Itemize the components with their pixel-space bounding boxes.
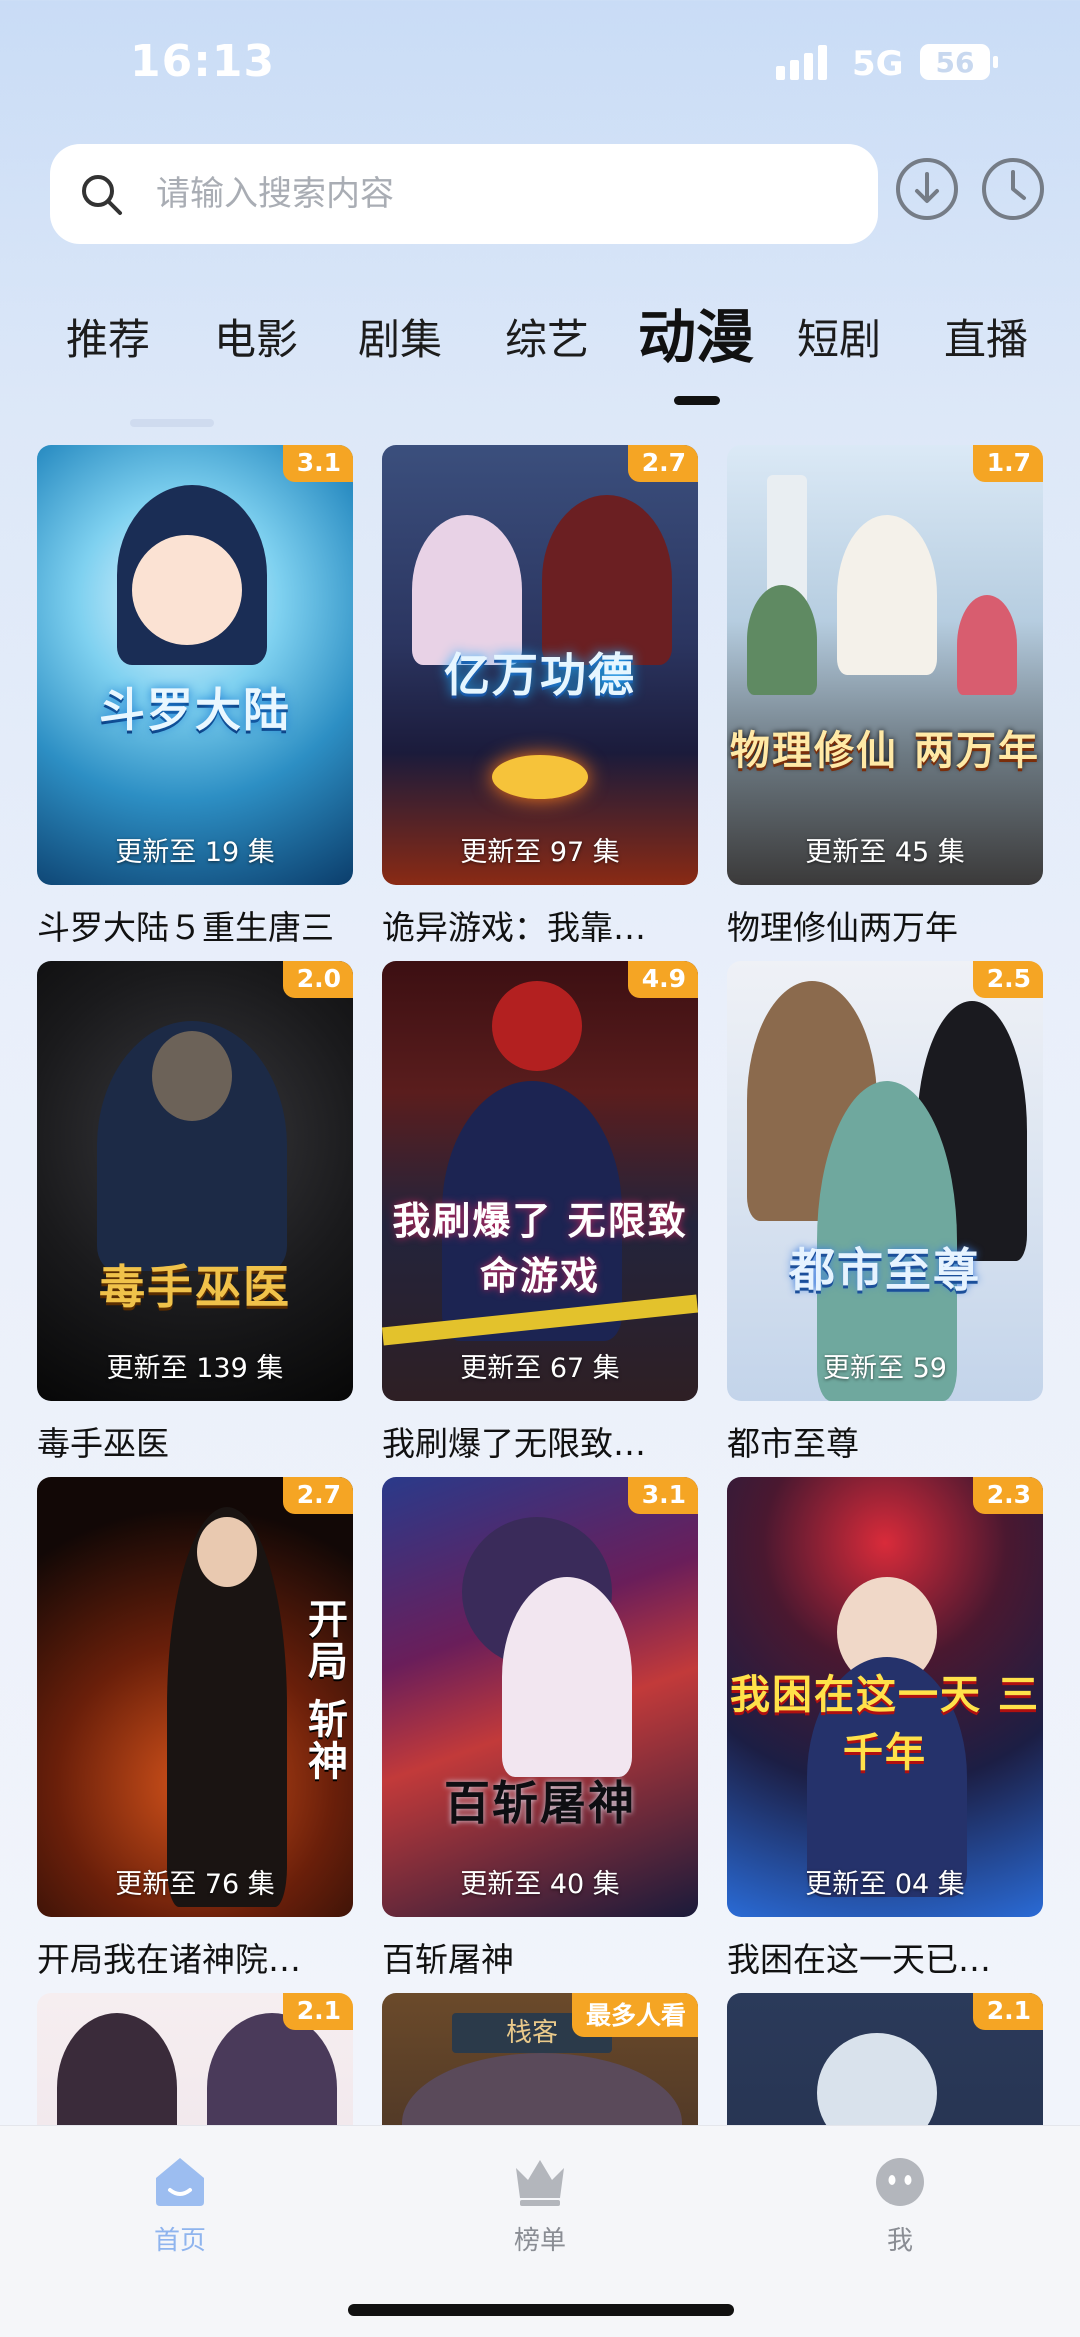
update-status: 更新至 97 集 <box>460 837 620 868</box>
rating-badge: 2.7 <box>282 1477 353 1514</box>
rating-badge: 2.1 <box>282 1993 353 2030</box>
card-title[interactable]: 诡异游戏：我靠… <box>382 901 712 949</box>
rating-badge: 1.7 <box>972 445 1043 482</box>
poster-title: 斗罗大陆 <box>99 682 291 737</box>
update-status: 更新至 139 集 <box>106 1353 284 1384</box>
update-status: 更新至 59 <box>823 1353 947 1384</box>
update-status: 更新至 67 集 <box>460 1353 620 1384</box>
nav-home[interactable]: 首页 <box>100 2150 260 2257</box>
rating-badge: 4.9 <box>627 961 698 998</box>
category-tabs: 推荐 电影 剧集 综艺 动漫 短剧 直播 <box>0 290 1080 371</box>
poster-title: 开局 斩神 <box>301 1598 348 1782</box>
anime-card[interactable]: 开局 斩神 2.7 更新至 76 集 开局我在诸神院… <box>37 1477 353 1981</box>
nav-home-label: 首页 <box>153 2226 206 2256</box>
update-status: 更新至 76 集 <box>115 1869 275 1900</box>
search-input[interactable] <box>156 174 756 214</box>
tab-anime[interactable]: 动漫 <box>638 290 754 374</box>
search-bar[interactable] <box>50 144 878 244</box>
nav-rank-label: 榜单 <box>513 2226 566 2256</box>
search-icon <box>82 175 122 215</box>
crown-icon <box>516 2160 564 2206</box>
poster-title: 亿万功德 <box>444 647 636 702</box>
card-title[interactable]: 百斩屠神 <box>382 1933 712 1981</box>
tab-live[interactable]: 直播 <box>944 306 1028 367</box>
card-title[interactable]: 我困在这一天已… <box>727 1933 1057 1981</box>
poster-image: 我刷爆了 无限致命游戏 4.9 更新至 67 集 <box>382 961 698 1401</box>
anime-card[interactable]: 百斩屠神 3.1 更新至 40 集 百斩屠神 <box>382 1477 698 1981</box>
download-icon[interactable] <box>894 156 960 222</box>
anime-card[interactable]: 我刷爆了 无限致命游戏 4.9 更新至 67 集 我刷爆了无限致… <box>382 961 698 1465</box>
anime-card[interactable]: 都市至尊 2.5 更新至 59 都市至尊 <box>727 961 1043 1465</box>
divider <box>130 419 214 427</box>
profile-icon <box>876 2158 924 2206</box>
poster-title: 我刷爆了 无限致命游戏 <box>392 1197 688 1298</box>
tab-recommend[interactable]: 推荐 <box>66 306 150 367</box>
home-indicator <box>348 2304 734 2316</box>
update-status: 更新至 19 集 <box>115 837 275 868</box>
tab-movie[interactable]: 电影 <box>214 306 298 367</box>
rating-badge: 3.1 <box>282 445 353 482</box>
nav-rank[interactable]: 榜单 <box>460 2150 620 2257</box>
active-tab-indicator <box>674 396 720 405</box>
rating-badge: 最多人看 <box>571 1993 698 2037</box>
battery-indicator: 56 <box>920 44 998 80</box>
update-status: 更新至 40 集 <box>460 1869 620 1900</box>
card-title[interactable]: 开局我在诸神院… <box>37 1933 367 1981</box>
anime-card[interactable]: 物理修仙 两万年 1.7 更新至 45 集 物理修仙两万年 <box>727 445 1043 949</box>
home-icon <box>156 2158 204 2206</box>
status-time: 16:13 <box>130 36 276 87</box>
anime-card[interactable]: 亿万功德 2.7 更新至 97 集 诡异游戏：我靠… <box>382 445 698 949</box>
card-title[interactable]: 斗罗大陆５重生唐三 <box>37 901 367 949</box>
card-title[interactable]: 物理修仙两万年 <box>727 901 1057 949</box>
card-title[interactable]: 都市至尊 <box>727 1417 1057 1465</box>
rating-badge: 2.5 <box>972 961 1043 998</box>
signal-icon <box>776 44 827 80</box>
tab-short-drama[interactable]: 短剧 <box>797 306 881 367</box>
poster-image: 开局 斩神 2.7 更新至 76 集 <box>37 1477 353 1917</box>
card-title[interactable]: 毒手巫医 <box>37 1417 367 1465</box>
update-status: 更新至 04 集 <box>805 1869 965 1900</box>
poster-image: 斗罗大陆 3.1 更新至 19 集 <box>37 445 353 885</box>
update-status: 更新至 45 集 <box>805 837 965 868</box>
anime-card[interactable]: 我困在这一天 三千年 2.3 更新至 04 集 我困在这一天已… <box>727 1477 1043 1981</box>
anime-card[interactable]: 斗罗大陆 3.1 更新至 19 集 斗罗大陆５重生唐三 <box>37 445 353 949</box>
poster-title: 都市至尊 <box>789 1242 981 1297</box>
poster-image: 毒手巫医 2.0 更新至 139 集 <box>37 961 353 1401</box>
poster-title: 毒手巫医 <box>99 1260 291 1315</box>
network-label: 5G <box>852 44 904 84</box>
rating-badge: 2.3 <box>972 1477 1043 1514</box>
poster-title: 物理修仙 两万年 <box>730 726 1040 774</box>
nav-me[interactable]: 我 <box>820 2150 980 2257</box>
rating-badge: 2.7 <box>627 445 698 482</box>
poster-image: 都市至尊 2.5 更新至 59 <box>727 961 1043 1401</box>
rating-badge: 2.0 <box>282 961 353 998</box>
poster-image: 亿万功德 2.7 更新至 97 集 <box>382 445 698 885</box>
poster-image: 我困在这一天 三千年 2.3 更新至 04 集 <box>727 1477 1043 1917</box>
poster-image: 物理修仙 两万年 1.7 更新至 45 集 <box>727 445 1043 885</box>
poster-image: 百斩屠神 3.1 更新至 40 集 <box>382 1477 698 1917</box>
card-title[interactable]: 我刷爆了无限致… <box>382 1417 712 1465</box>
anime-card[interactable]: 毒手巫医 2.0 更新至 139 集 毒手巫医 <box>37 961 353 1465</box>
nav-me-label: 我 <box>886 2226 913 2256</box>
rating-badge: 3.1 <box>627 1477 698 1514</box>
history-icon[interactable] <box>980 156 1046 222</box>
tab-variety[interactable]: 综艺 <box>505 306 589 367</box>
poster-title: 我困在这一天 三千年 <box>730 1670 1040 1776</box>
tab-series[interactable]: 剧集 <box>358 306 442 367</box>
poster-title: 百斩屠神 <box>444 1776 636 1831</box>
rating-badge: 2.1 <box>972 1993 1043 2030</box>
